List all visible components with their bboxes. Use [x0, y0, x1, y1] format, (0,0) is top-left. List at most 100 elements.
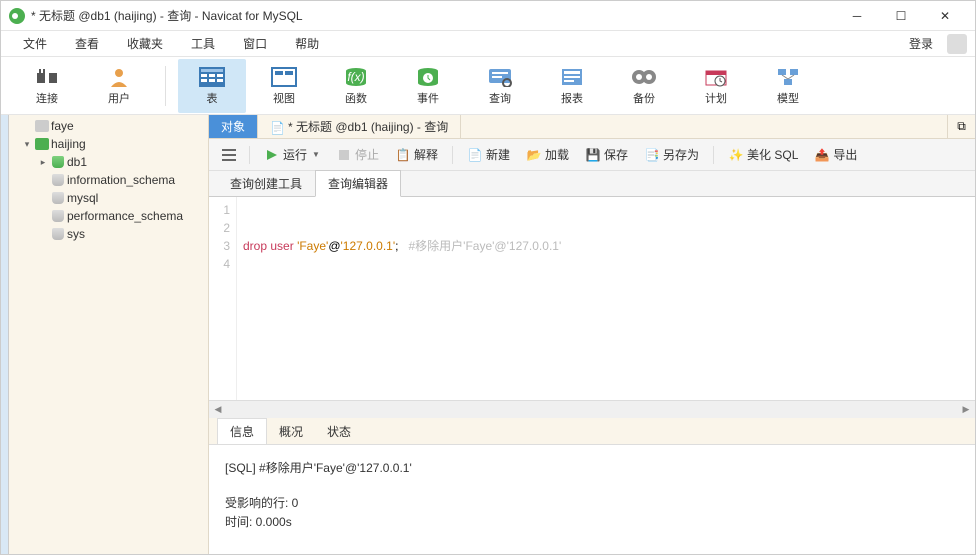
query-icon: 📄 — [270, 121, 284, 133]
sql-editor[interactable]: 1234 drop user 'Faye'@'127.0.0.1'; #移除用户… — [209, 197, 975, 400]
explain-icon: 📋 — [395, 147, 411, 163]
doc-tab-1[interactable]: 📄* 无标题 @db1 (haijing) - 查询 — [258, 115, 461, 138]
saveas-button[interactable]: 📑另存为 — [638, 144, 705, 165]
toolbar-table[interactable]: 表 — [178, 59, 246, 113]
code-line-3[interactable]: drop user 'Faye'@'127.0.0.1'; #移除用户'Faye… — [243, 237, 969, 255]
result-pane: [SQL] #移除用户'Faye'@'127.0.0.1' 受影响的行: 0 时间… — [209, 444, 975, 554]
new-button[interactable]: 📄新建 — [461, 144, 516, 165]
menu-1[interactable]: 查看 — [61, 31, 113, 56]
toolbar-backup[interactable]: 备份 — [610, 59, 678, 113]
tree-item-performance_schema[interactable]: performance_schema — [9, 207, 208, 225]
table-icon — [199, 66, 225, 88]
menu-2[interactable]: 收藏夹 — [113, 31, 177, 56]
login-button[interactable]: 登录 — [901, 31, 941, 56]
minimize-button[interactable]: ─ — [835, 1, 879, 31]
export-icon: 📤 — [814, 147, 830, 163]
toolbar-query[interactable]: 查询 — [466, 59, 534, 113]
window-title: * 无标题 @db1 (haijing) - 查询 - Navicat for … — [31, 7, 835, 24]
sub-tab-1[interactable]: 查询编辑器 — [315, 170, 401, 197]
toolbar-report[interactable]: 报表 — [538, 59, 606, 113]
play-icon — [264, 147, 280, 163]
line-gutter: 1234 — [209, 197, 237, 400]
svg-text:f(x): f(x) — [347, 70, 364, 84]
toolbar-view[interactable]: 视图 — [250, 59, 318, 113]
beautify-button[interactable]: ✨美化 SQL — [722, 144, 804, 165]
result-line: 受影响的行: 0 — [225, 494, 959, 511]
code-line-1[interactable] — [243, 201, 969, 219]
toolbar-schedule[interactable]: 计划 — [682, 59, 750, 113]
report-icon — [559, 66, 585, 88]
toolbar-fx[interactable]: f(x)函数 — [322, 59, 390, 113]
tree-item-information_schema[interactable]: information_schema — [9, 171, 208, 189]
menu-0[interactable]: 文件 — [9, 31, 61, 56]
wand-icon: ✨ — [728, 147, 744, 163]
editor-sub-tabs: 查询创建工具查询编辑器 — [209, 171, 975, 197]
save-button[interactable]: 💾保存 — [579, 144, 634, 165]
toolbar-event[interactable]: 事件 — [394, 59, 462, 113]
db-icon — [49, 174, 67, 186]
user-icon — [106, 66, 132, 88]
result-tab-0[interactable]: 信息 — [217, 418, 267, 444]
tree-item-mysql[interactable]: mysql — [9, 189, 208, 207]
close-button[interactable]: ✕ — [923, 1, 967, 31]
result-line: 时间: 0.000s — [225, 513, 959, 530]
tree-item-haijing[interactable]: ▾haijing — [9, 135, 208, 153]
schedule-icon — [703, 66, 729, 88]
saveas-icon: 📑 — [644, 147, 660, 163]
fx-icon: f(x) — [343, 66, 369, 88]
menu-3[interactable]: 工具 — [177, 31, 229, 56]
new-icon: 📄 — [467, 147, 483, 163]
chevron-icon: ▾ — [21, 139, 33, 150]
code-line-2[interactable] — [243, 219, 969, 237]
menu-bar: 文件查看收藏夹工具窗口帮助 登录 — [1, 31, 975, 57]
menu-5[interactable]: 帮助 — [281, 31, 333, 56]
save-icon: 💾 — [585, 147, 601, 163]
avatar[interactable] — [947, 34, 967, 54]
stop-icon — [336, 147, 352, 163]
tree-item-faye[interactable]: faye — [9, 117, 208, 135]
tab-overflow-icon[interactable]: ⧉ — [947, 115, 975, 138]
title-bar: * 无标题 @db1 (haijing) - 查询 - Navicat for … — [1, 1, 975, 31]
db-icon — [33, 120, 51, 132]
tree-item-sys[interactable]: sys — [9, 225, 208, 243]
menu-4[interactable]: 窗口 — [229, 31, 281, 56]
result-tab-1[interactable]: 概况 — [267, 419, 315, 444]
explain-button[interactable]: 📋解释 — [389, 144, 444, 165]
horizontal-scrollbar[interactable]: ◀▶ — [209, 400, 975, 418]
event-icon — [415, 66, 441, 88]
result-tab-2[interactable]: 状态 — [315, 419, 363, 444]
load-button[interactable]: 📂加载 — [520, 144, 575, 165]
export-button[interactable]: 📤导出 — [808, 144, 863, 165]
load-icon: 📂 — [526, 147, 542, 163]
stop-button: 停止 — [330, 144, 385, 165]
db-icon — [49, 210, 67, 222]
result-line — [225, 478, 959, 492]
sub-tab-0[interactable]: 查询创建工具 — [217, 170, 315, 197]
model-icon — [775, 66, 801, 88]
plug-icon — [34, 66, 60, 88]
result-line: [SQL] #移除用户'Faye'@'127.0.0.1' — [225, 459, 959, 476]
toolbar-user[interactable]: 用户 — [85, 59, 153, 113]
toolbar-plug[interactable]: 连接 — [13, 59, 81, 113]
db-icon — [49, 156, 67, 168]
db-icon — [49, 228, 67, 240]
left-dock-gutter — [1, 115, 9, 554]
view-icon — [271, 66, 297, 88]
tree-item-db1[interactable]: ▸db1 — [9, 153, 208, 171]
toolbar-model[interactable]: 模型 — [754, 59, 822, 113]
menu-icon[interactable] — [217, 143, 241, 167]
run-button[interactable]: 运行▼ — [258, 144, 326, 165]
app-icon — [9, 8, 25, 24]
maximize-button[interactable]: ☐ — [879, 1, 923, 31]
query-action-bar: 运行▼ 停止 📋解释 📄新建 📂加载 💾保存 📑另存为 ✨美化 SQL 📤导出 — [209, 139, 975, 171]
result-tabs: 信息概况状态 — [209, 418, 975, 444]
db-icon — [49, 192, 67, 204]
main-toolbar: 连接用户表视图f(x)函数事件查询报表备份计划模型 — [1, 57, 975, 115]
connection-tree: faye▾haijing▸db1information_schemamysqlp… — [9, 115, 209, 554]
chevron-icon: ▸ — [37, 157, 49, 168]
document-tabs: 对象📄* 无标题 @db1 (haijing) - 查询 ⧉ — [209, 115, 975, 139]
query-icon — [487, 66, 513, 88]
code-area[interactable]: drop user 'Faye'@'127.0.0.1'; #移除用户'Faye… — [237, 197, 975, 400]
code-line-4[interactable] — [243, 255, 969, 273]
doc-tab-0[interactable]: 对象 — [209, 115, 258, 138]
